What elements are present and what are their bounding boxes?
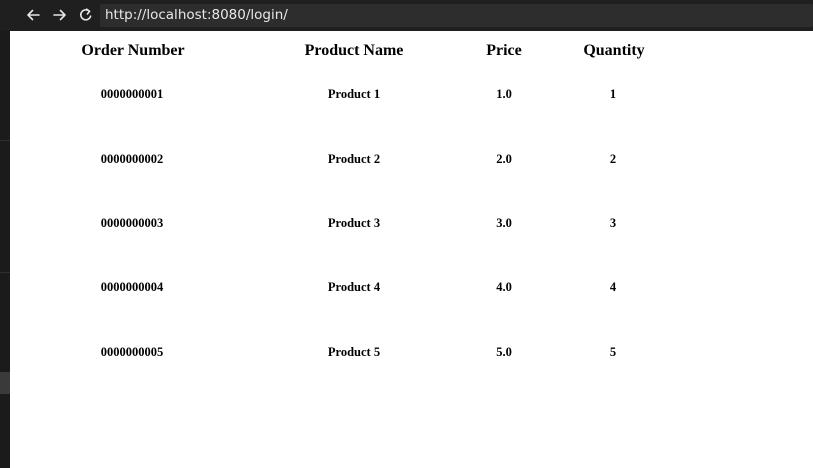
- left-side-panel-edge: [0, 31, 10, 468]
- cell-price: 2.0: [496, 152, 512, 166]
- cell-quantity: 4: [609, 280, 617, 294]
- reload-icon: [80, 8, 92, 21]
- cell-quantity: 3: [609, 216, 617, 230]
- address-url: http://localhost:8080/login/: [105, 7, 288, 23]
- cell-price: 3.0: [496, 216, 512, 230]
- back-button[interactable]: [23, 5, 43, 25]
- cell-quantity: 2: [609, 152, 617, 166]
- header-price: Price: [486, 42, 522, 59]
- cell-order-number: 0000000004: [100, 280, 164, 294]
- cell-product-name: Product 3: [327, 216, 381, 230]
- cell-order-number: 0000000001: [100, 87, 164, 101]
- cell-product-name: Product 1: [327, 87, 381, 101]
- page-content: Order Number Product Name Price Quantity…: [10, 31, 813, 468]
- cell-quantity: 1: [609, 87, 617, 101]
- cell-order-number: 0000000005: [100, 345, 164, 359]
- browser-toolbar: http://localhost:8080/login/: [0, 0, 813, 31]
- cell-order-number: 0000000002: [100, 152, 164, 166]
- address-bar[interactable]: http://localhost:8080/login/: [100, 4, 813, 27]
- panel-scroll-thumb[interactable]: [0, 372, 10, 394]
- cell-product-name: Product 5: [327, 345, 381, 359]
- panel-divider: [0, 140, 10, 141]
- cell-price: 5.0: [496, 345, 512, 359]
- forward-button[interactable]: [50, 5, 70, 25]
- cell-order-number: 0000000003: [100, 216, 164, 230]
- header-order-number: Order Number: [81, 42, 185, 59]
- cell-quantity: 5: [609, 345, 617, 359]
- header-product-name: Product Name: [304, 42, 404, 59]
- cell-product-name: Product 2: [327, 152, 381, 166]
- arrow-left-icon: [27, 9, 40, 21]
- cell-price: 4.0: [496, 280, 512, 294]
- panel-divider: [0, 272, 10, 273]
- header-quantity: Quantity: [583, 42, 645, 59]
- arrow-right-icon: [53, 9, 66, 21]
- reload-button[interactable]: [76, 5, 96, 25]
- cell-price: 1.0: [496, 87, 512, 101]
- cell-product-name: Product 4: [327, 280, 381, 294]
